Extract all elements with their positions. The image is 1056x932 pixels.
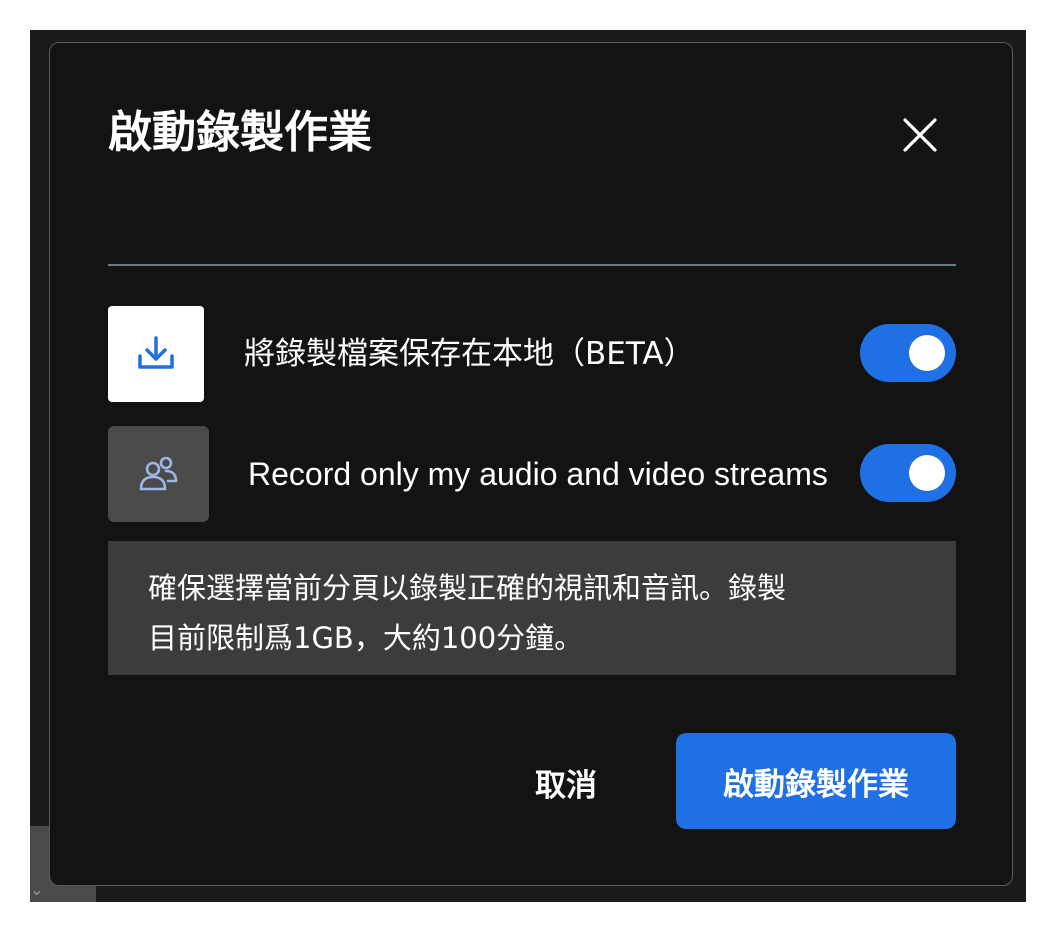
start-recording-button[interactable]: 啟動錄製作業 [676,733,956,829]
people-icon-tile [108,426,209,522]
cancel-button[interactable]: 取消 [510,737,622,827]
recording-notice: 確保選擇當前分頁以錄製正確的視訊和音訊。錄製 目前限制爲1GB，大約100分鐘。 [108,541,956,675]
save-locally-toggle[interactable] [860,324,956,382]
divider [108,264,956,266]
notice-line-1: 確保選擇當前分頁以錄製正確的視訊和音訊。錄製 [148,571,787,605]
download-icon [138,336,174,369]
option-save-locally: 將錄製檔案保存在本地（BETA） [108,306,956,402]
people-icon [139,456,177,491]
toggle-knob [909,455,945,491]
notice-line-2: 目前限制爲1GB，大約100分鐘。 [148,621,584,655]
record-own-streams-toggle[interactable] [860,444,956,502]
record-own-streams-label: Record only my audio and video streams [248,456,828,492]
close-button[interactable] [898,113,942,157]
start-recording-dialog: 啟動錄製作業 將錄製檔案保存在本地（BETA） Record only my a… [49,42,1013,886]
option-record-own-streams: Record only my audio and video streams [108,426,956,522]
chevron-down-icon: ⌄ [30,880,44,899]
download-icon-tile [108,306,204,402]
toggle-knob [909,335,945,371]
save-locally-label: 將錄製檔案保存在本地（BETA） [244,336,695,372]
dialog-title: 啟動錄製作業 [108,107,372,158]
close-icon [903,118,937,152]
